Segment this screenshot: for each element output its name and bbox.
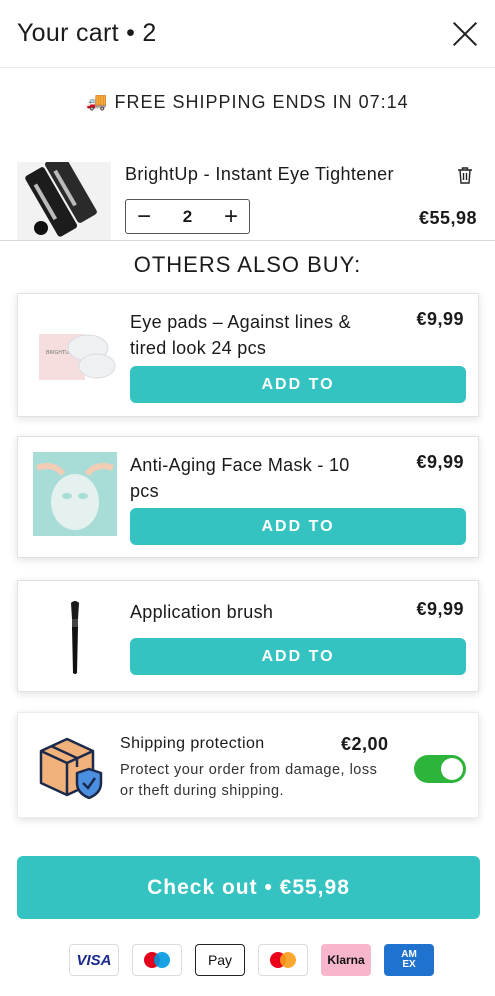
cart-line-item: BrightUp - Instant Eye Tightener − 2 + €… [0, 136, 495, 240]
upsell-card: Anti-Aging Face Mask - 10 pcs €9,99 ADD … [17, 436, 479, 558]
package-shield-icon [39, 737, 103, 799]
apple-pay-label: Pay [207, 952, 233, 968]
add-to-cart-button[interactable]: ADD TO [130, 508, 466, 545]
protection-price: €2,00 [341, 734, 389, 754]
trash-icon[interactable] [457, 166, 473, 184]
visa-icon: VISA [69, 944, 119, 976]
cart-item-name: BrightUp - Instant Eye Tightener [125, 164, 394, 184]
eye-pads-brand: BRIGHTUP [46, 350, 72, 356]
apple-pay-icon: Pay [195, 944, 245, 976]
checkout-button[interactable]: Check out • €55,98 [17, 856, 480, 919]
shipping-countdown: FREE SHIPPING ENDS IN 07:14 [114, 91, 409, 112]
cart-item-image [17, 162, 111, 240]
upsell-card: BRIGHTUP Eye pads – Against lines & tire… [17, 293, 479, 417]
brush-image [33, 595, 117, 679]
protection-toggle[interactable] [414, 755, 466, 783]
shipping-protection: Shipping protection €2,00 Protect your o… [17, 712, 479, 818]
increase-quantity-button[interactable]: + [213, 200, 249, 233]
upsell-product-name: Eye pads – Against lines & tired look 24… [130, 312, 351, 358]
upsell-product-price: €9,99 [416, 309, 464, 329]
close-icon[interactable] [445, 14, 485, 54]
cart-item-price: €55,98 [418, 208, 477, 228]
cart-header: Your cart • 2 [0, 0, 495, 68]
add-to-cart-button[interactable]: ADD TO [130, 366, 466, 403]
amex-icon: AM EX [384, 944, 434, 976]
payment-methods: VISA Pay Klarna AM EX [69, 944, 434, 976]
add-to-cart-button[interactable]: ADD TO [130, 638, 466, 675]
klarna-icon: Klarna [321, 944, 371, 976]
upsell-product-name: Application brush [130, 602, 274, 622]
truck-icon: 🚚 [86, 92, 109, 111]
quantity-value[interactable]: 2 [162, 207, 213, 227]
shipping-banner: 🚚 FREE SHIPPING ENDS IN 07:14 [0, 68, 495, 136]
divider [0, 240, 495, 241]
upsell-card: Application brush €9,99 ADD TO [17, 580, 479, 692]
eye-pads-image: BRIGHTUP [33, 314, 117, 398]
maestro-icon [132, 944, 182, 976]
upsell-product-price: €9,99 [416, 452, 464, 472]
mastercard-icon [258, 944, 308, 976]
face-mask-image [33, 452, 117, 536]
upsell-product-name: Anti-Aging Face Mask - 10 pcs [130, 455, 350, 501]
cart-title: Your cart • 2 [17, 19, 157, 47]
decrease-quantity-button[interactable]: − [126, 200, 162, 233]
upsell-product-price: €9,99 [416, 599, 464, 619]
toggle-knob [441, 758, 463, 780]
quantity-stepper: − 2 + [125, 199, 250, 234]
protection-title: Shipping protection [120, 735, 265, 752]
protection-description: Protect your order from damage, loss or … [120, 762, 378, 799]
upsell-heading: OTHERS ALSO BUY: [133, 252, 362, 277]
